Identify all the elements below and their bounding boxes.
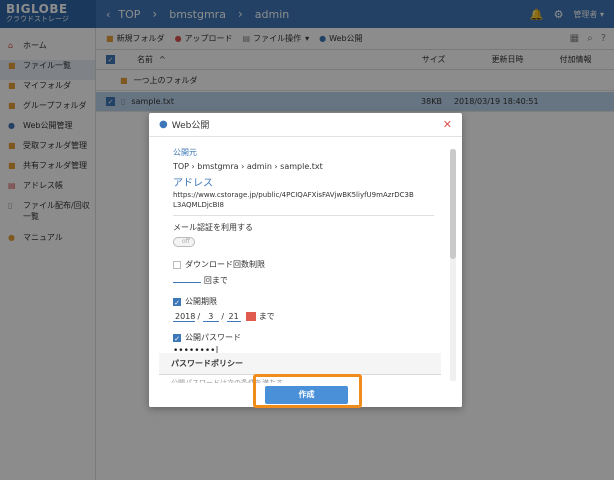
expiry-label: 公開期限: [185, 296, 217, 307]
password-label: 公開パスワード: [185, 332, 241, 343]
download-limit-label: ダウンロード回数制限: [185, 259, 265, 270]
dialog-header: ● Web公開 ✕: [149, 113, 462, 137]
source-path: TOP › bmstgmra › admin › sample.txt: [173, 162, 438, 171]
expiry-checkbox[interactable]: ✓: [173, 298, 181, 306]
divider: [173, 215, 434, 216]
close-icon[interactable]: ✕: [443, 118, 452, 131]
address-line-1[interactable]: https://www.cstorage.jp/public/4PCIQAFXi…: [173, 191, 438, 199]
dialog-scroll-thumb[interactable]: [450, 149, 456, 259]
expiry-year-input[interactable]: 2018: [173, 312, 195, 322]
create-button-highlight: [253, 374, 362, 408]
mail-auth-label: メール認証を利用する: [173, 222, 438, 233]
download-limit-unit: 回まで: [204, 276, 228, 285]
address-line-2[interactable]: L3AQMLDjcBI8: [173, 201, 438, 209]
mail-auth-toggle[interactable]: off: [173, 236, 438, 247]
password-checkbox[interactable]: ✓: [173, 334, 181, 342]
toggle-switch[interactable]: off: [173, 237, 195, 247]
source-label: 公開元: [173, 147, 438, 158]
globe-icon: ●: [159, 119, 168, 130]
expiry-day-input[interactable]: 21: [227, 312, 241, 322]
download-limit-input[interactable]: [173, 273, 201, 283]
dialog-body: 公開元 TOP › bmstgmra › admin › sample.txt …: [149, 137, 462, 383]
dialog-title: Web公開: [172, 118, 210, 131]
web-publish-dialog: ● Web公開 ✕ 公開元 TOP › bmstgmra › admin › s…: [149, 113, 462, 407]
expiry-suffix: まで: [259, 312, 275, 321]
password-policy-header[interactable]: パスワードポリシー: [159, 353, 441, 375]
download-limit-checkbox[interactable]: [173, 261, 181, 269]
calendar-icon[interactable]: [246, 312, 256, 321]
expiry-month-input[interactable]: 3: [203, 312, 219, 322]
address-label: アドレス: [173, 174, 438, 189]
